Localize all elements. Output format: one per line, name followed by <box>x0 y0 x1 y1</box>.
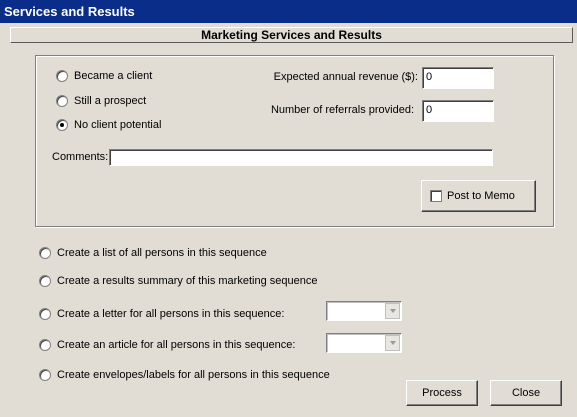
radio-indicator <box>39 247 51 259</box>
action-radio-label: Create a letter for all persons in this … <box>57 308 285 320</box>
radio-indicator <box>56 70 68 82</box>
status-radio-label: Still a prospect <box>74 95 147 107</box>
chevron-down-icon <box>389 341 396 345</box>
action-radio-envelopes[interactable]: Create envelopes/labels for all persons … <box>39 369 330 381</box>
comments-label: Comments: <box>52 151 109 163</box>
action-radio-letter[interactable]: Create a letter for all persons in this … <box>39 308 284 320</box>
radio-indicator <box>56 119 68 131</box>
status-radio-label: Became a client <box>74 70 153 82</box>
article-dropdown[interactable] <box>326 333 402 353</box>
section-title: Marketing Services and Results <box>10 27 573 43</box>
referrals-label: Number of referrals provided: <box>270 104 414 116</box>
status-radio-no-potential[interactable]: No client potential <box>56 119 161 131</box>
radio-indicator <box>56 95 68 107</box>
status-radio-label: No client potential <box>74 119 162 131</box>
status-radio-still-prospect[interactable]: Still a prospect <box>56 95 146 107</box>
close-button[interactable]: Close <box>490 380 562 406</box>
radio-indicator <box>39 339 51 351</box>
action-radio-label: Create envelopes/labels for all persons … <box>57 369 330 381</box>
dropdown-button[interactable] <box>385 303 400 319</box>
checkbox-indicator <box>430 190 442 202</box>
radio-indicator <box>39 369 51 381</box>
revenue-input[interactable]: 0 <box>422 67 494 89</box>
process-button[interactable]: Process <box>406 380 478 406</box>
action-radio-list[interactable]: Create a list of all persons in this seq… <box>39 247 267 259</box>
radio-indicator <box>39 275 51 287</box>
post-to-memo-checkbox[interactable]: Post to Memo <box>421 180 536 212</box>
action-radio-label: Create an article for all persons in thi… <box>57 339 296 351</box>
window-title: Services and Results <box>0 0 577 23</box>
action-radio-summary[interactable]: Create a results summary of this marketi… <box>39 275 317 287</box>
dropdown-button[interactable] <box>385 335 400 351</box>
status-radio-became-client[interactable]: Became a client <box>56 70 152 82</box>
chevron-down-icon <box>389 309 396 313</box>
revenue-label: Expected annual revenue ($): <box>273 71 418 83</box>
post-to-memo-label: Post to Memo <box>447 190 515 202</box>
action-radio-label: Create a results summary of this marketi… <box>57 275 318 287</box>
radio-indicator <box>39 308 51 320</box>
action-radio-label: Create a list of all persons in this seq… <box>57 247 267 259</box>
action-radio-article[interactable]: Create an article for all persons in thi… <box>39 339 295 351</box>
letter-dropdown[interactable] <box>326 301 402 321</box>
comments-input[interactable] <box>109 149 493 166</box>
referrals-input[interactable]: 0 <box>422 100 494 122</box>
